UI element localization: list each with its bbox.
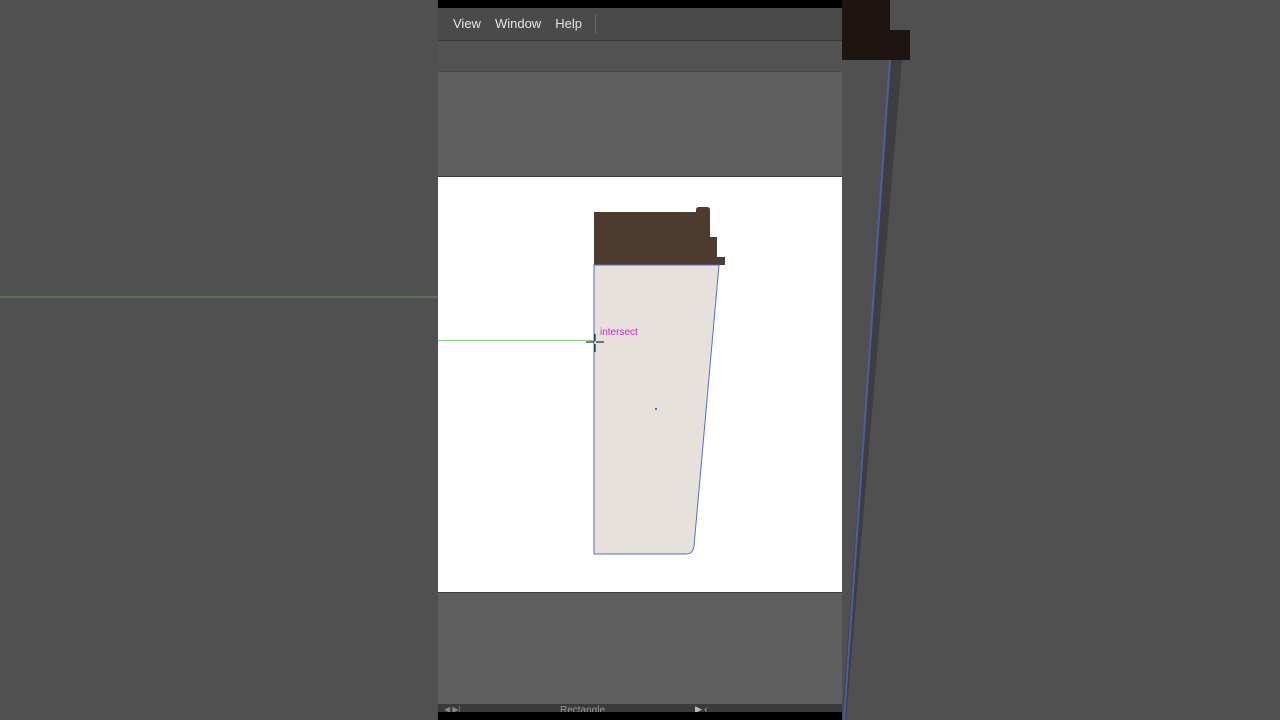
smart-guide-label: intersect: [600, 327, 638, 338]
window-bottom-edge: [438, 712, 842, 720]
artboard-nav-arrows[interactable]: ◀ ▶|: [444, 705, 461, 712]
shape-center-point: [655, 408, 657, 410]
illustrator-window: View Window Help intersect ◀ ▶| Rectangl…: [438, 0, 842, 720]
cup-lid-shape[interactable]: [594, 207, 725, 265]
smart-guide-line: [438, 340, 594, 341]
current-tool-label: Rectangle: [560, 705, 606, 712]
background-left-blur: [0, 0, 438, 720]
background-lid-bottom: [842, 30, 910, 60]
crosshair-cursor-icon: [586, 334, 604, 352]
background-guide-line: [0, 296, 438, 298]
status-play-icon[interactable]: ▶ ‹: [695, 704, 707, 712]
background-lid-top: [842, 0, 890, 30]
background-cup-edge: [842, 60, 902, 720]
artwork-layer: [593, 207, 725, 555]
background-right-blur: [842, 0, 1280, 720]
